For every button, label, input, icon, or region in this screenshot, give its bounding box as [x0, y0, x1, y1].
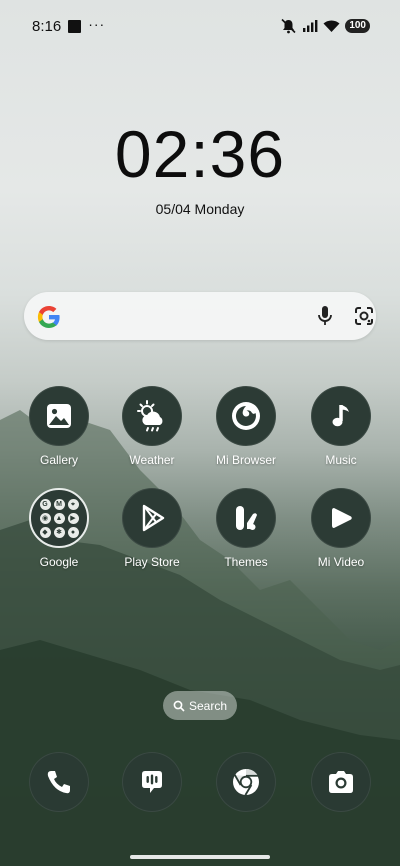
app-themes[interactable]: Themes: [196, 488, 296, 569]
phone-icon: [29, 752, 89, 812]
folder-item-icon: ◆: [39, 526, 51, 538]
clock-date[interactable]: 05/04 Monday: [0, 201, 400, 217]
app-label: Mi Browser: [215, 453, 276, 467]
folder-item-icon: ▶: [67, 512, 79, 524]
app-label: Music: [325, 453, 357, 467]
themes-icon: [216, 488, 276, 548]
play-store-icon: [122, 488, 182, 548]
mi-browser-icon: [216, 386, 276, 446]
app-label: Google: [39, 555, 79, 569]
folder-item-icon: ✱: [53, 526, 65, 538]
dock-phone[interactable]: [9, 752, 109, 812]
google-folder-icon: G M ⌖ ◉ ▲ ▶ ◆ ✱ ●: [29, 488, 89, 548]
gallery-icon: [29, 386, 89, 446]
folder-item-icon: G: [39, 498, 51, 510]
camera-icon: [311, 752, 371, 812]
microphone-icon[interactable]: [315, 305, 335, 327]
notification-square-icon: [68, 19, 82, 33]
chrome-icon: [216, 752, 276, 812]
search-icon: [173, 700, 185, 712]
clock-time[interactable]: 02:36: [0, 116, 400, 192]
folder-item-icon: ◉: [39, 512, 51, 524]
search-pill-label: Search: [188, 698, 228, 713]
app-gallery[interactable]: Gallery: [9, 386, 109, 467]
battery-icon: 100: [345, 19, 370, 33]
status-left: 8:16 ···: [32, 16, 106, 35]
folder-item-icon: ●: [67, 526, 79, 538]
weather-icon: [122, 386, 182, 446]
mute-icon: [281, 18, 296, 34]
mi-video-icon: [311, 488, 371, 548]
signal-icon: [303, 20, 318, 32]
dock-chrome[interactable]: [196, 752, 296, 812]
wifi-icon: [323, 20, 340, 32]
folder-item-icon: ⌖: [67, 498, 79, 510]
dock-camera[interactable]: [291, 752, 391, 812]
folder-item-icon: ▲: [53, 512, 65, 524]
app-play-store[interactable]: Play Store: [102, 488, 202, 569]
music-note-icon: [311, 386, 371, 446]
home-indicator[interactable]: [130, 855, 270, 859]
messages-icon: [122, 752, 182, 812]
app-label: Weather: [129, 453, 175, 467]
app-label: Play Store: [124, 555, 180, 569]
folder-item-icon: M: [53, 498, 65, 510]
google-search-bar[interactable]: [24, 292, 376, 340]
app-label: Gallery: [39, 453, 78, 467]
status-bar: 8:16 ··· 100: [0, 0, 400, 52]
app-mi-video[interactable]: Mi Video: [291, 488, 391, 569]
google-lens-icon[interactable]: [353, 305, 375, 327]
app-search-pill[interactable]: Search: [163, 691, 237, 720]
app-google-folder[interactable]: G M ⌖ ◉ ▲ ▶ ◆ ✱ ● Google: [9, 488, 109, 569]
app-weather[interactable]: Weather: [102, 386, 202, 467]
app-mi-browser[interactable]: Mi Browser: [196, 386, 296, 467]
google-g-icon: [37, 306, 60, 328]
app-label: Mi Video: [317, 555, 365, 569]
app-label: Themes: [224, 555, 268, 569]
status-time: 8:16: [32, 17, 62, 35]
app-music[interactable]: Music: [291, 386, 391, 467]
status-overflow: ···: [88, 16, 106, 32]
dock-messages[interactable]: [102, 752, 202, 812]
status-right: 100: [280, 18, 370, 34]
